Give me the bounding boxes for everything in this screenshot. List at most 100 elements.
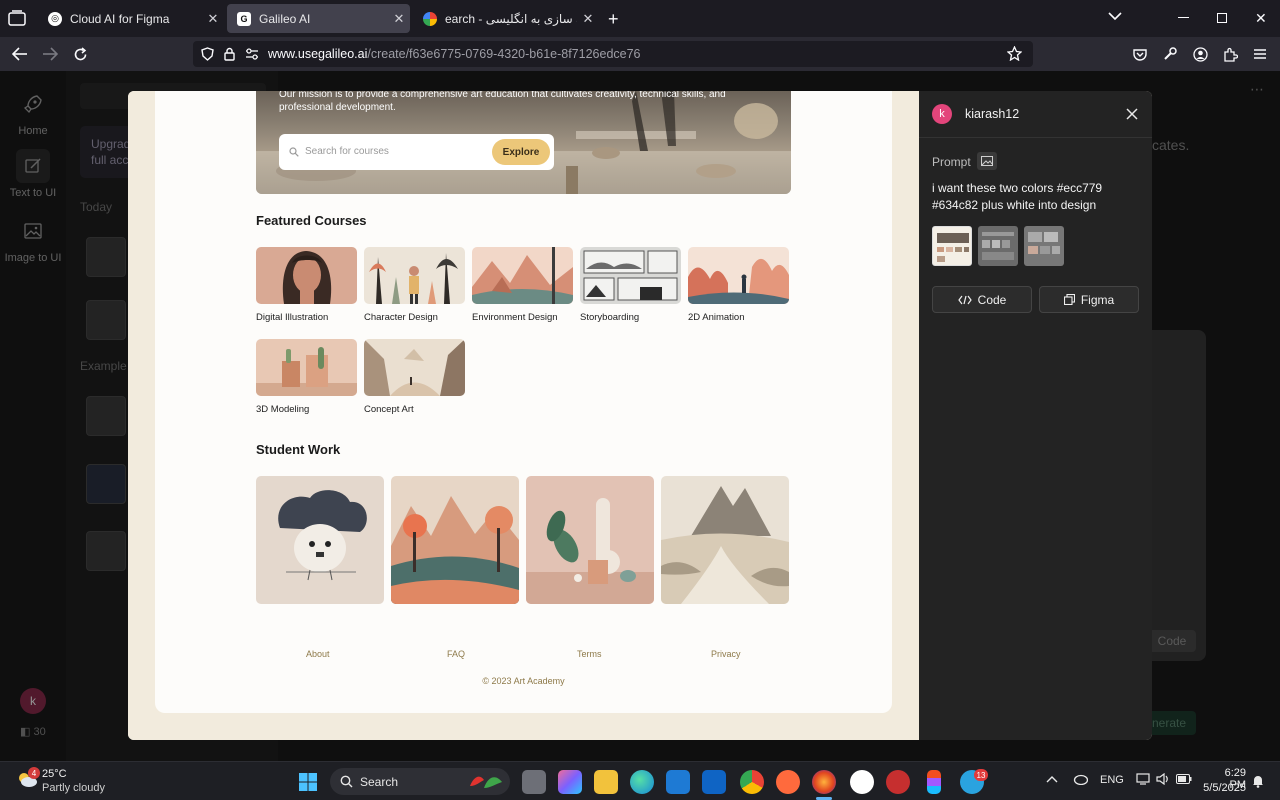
close-icon[interactable] [1122, 104, 1142, 124]
outlook-icon[interactable] [702, 770, 726, 794]
onedrive-cloud-icon[interactable] [1072, 773, 1088, 785]
figma-button[interactable]: Figma [1039, 286, 1139, 313]
tray-chevron-up-icon[interactable] [1046, 775, 1058, 783]
tracking-shield-icon[interactable] [201, 47, 214, 61]
footer-link-faq[interactable]: FAQ [447, 649, 465, 659]
tab-google-search[interactable]: earch - مجسمه سازی به انگلیسی ✕ [413, 4, 599, 33]
course-image [472, 247, 573, 304]
input-language[interactable]: ENG [1100, 774, 1124, 786]
tab-overflow-chevron-icon[interactable] [1108, 11, 1122, 21]
code-button[interactable]: Code [932, 286, 1032, 313]
tab-label: earch - مجسمه سازی به انگلیسی [445, 11, 577, 26]
featured-courses-heading: Featured Courses [256, 213, 367, 228]
tab-list-icon[interactable] [8, 10, 26, 26]
network-display-icon[interactable] [1136, 773, 1150, 785]
preview-page: Our mission is to provide a comprehensiv… [155, 91, 892, 713]
telegram-unread-badge: 13 [974, 769, 988, 781]
course-card-2d-animation[interactable]: 2D Animation [688, 247, 789, 323]
student-work-heading: Student Work [256, 442, 341, 457]
code-button-label: Code [977, 292, 1007, 307]
vscode-icon[interactable] [666, 770, 690, 794]
prompt-reference-thumbnail[interactable] [932, 226, 972, 266]
course-card-digital-illustration[interactable]: Digital Illustration [256, 247, 357, 323]
extensions-puzzle-icon[interactable] [1219, 43, 1241, 65]
footer-link-terms[interactable]: Terms [577, 649, 602, 659]
copilot-icon[interactable] [558, 770, 582, 794]
notifications-bell-icon[interactable] [1252, 774, 1264, 788]
site-permissions-icon[interactable] [245, 48, 259, 60]
course-card-concept-art[interactable]: Concept Art [364, 339, 465, 415]
close-tab-icon[interactable]: ✕ [577, 11, 599, 27]
file-explorer-icon[interactable] [594, 770, 618, 794]
code-brackets-icon [957, 295, 972, 305]
course-name: Character Design [364, 312, 438, 323]
student-work-image-1[interactable] [256, 476, 384, 604]
account-icon[interactable] [1189, 43, 1211, 65]
menu-hamburger-icon[interactable] [1249, 43, 1271, 65]
course-card-environment-design[interactable]: Environment Design [472, 247, 573, 323]
url-host: www.usegalileo.ai [268, 47, 368, 61]
forward-arrow-icon[interactable] [39, 43, 61, 65]
course-name: Environment Design [472, 312, 558, 323]
wrench-icon[interactable] [1159, 43, 1181, 65]
taskbar-search[interactable]: Search [330, 768, 510, 795]
course-name: Storyboarding [580, 312, 640, 323]
footer-link-privacy[interactable]: Privacy [711, 649, 741, 659]
tab-label: Galileo AI [259, 11, 311, 26]
windows-taskbar: 4 25°C Partly cloudy Search 13 ENG 6:29 … [0, 761, 1280, 800]
figma-ai-favicon-icon: ◎ [48, 11, 62, 26]
url-bar[interactable]: www.usegalileo.ai/create/f63e6775-0769-4… [193, 41, 1033, 67]
app-pin-icon[interactable] [850, 770, 874, 794]
course-card-character-design[interactable]: Character Design [364, 247, 465, 323]
url-text: www.usegalileo.ai/create/f63e6775-0769-4… [268, 47, 641, 61]
windows-start-icon[interactable] [296, 770, 320, 794]
lock-icon[interactable] [224, 47, 235, 61]
prompt-reference-thumbnail[interactable] [978, 226, 1018, 266]
restore-icon[interactable] [1217, 13, 1227, 23]
reload-icon[interactable] [69, 43, 91, 65]
course-image [364, 247, 465, 304]
student-work-image-3[interactable] [526, 476, 654, 604]
battery-icon[interactable] [1176, 774, 1192, 784]
course-card-storyboarding[interactable]: Storyboarding [580, 247, 681, 323]
weather-alert-badge: 4 [28, 767, 40, 779]
figma-button-label: Figma [1080, 292, 1115, 307]
prompt-label: Prompt [932, 155, 971, 169]
edge-icon[interactable] [630, 770, 654, 794]
figma-icon[interactable] [927, 770, 941, 794]
brave-compass-icon[interactable] [776, 770, 800, 794]
tab-galileo[interactable]: G Galileo AI ✕ [227, 4, 410, 33]
volume-icon[interactable] [1156, 773, 1170, 785]
hero-mission-text: Our mission is to provide a comprehensiv… [279, 91, 726, 113]
browser-tab-bar: ◎ Cloud AI for Figma ✕ G Galileo AI ✕ ea… [0, 0, 1280, 37]
back-arrow-icon[interactable] [9, 43, 31, 65]
clock-date[interactable]: 5/5/2025 [1196, 782, 1246, 794]
course-name: Digital Illustration [256, 312, 329, 323]
new-tab-plus-icon[interactable]: + [608, 9, 619, 30]
prompt-details-panel: k kiarash12 Prompt i want these two colo… [919, 91, 1152, 740]
minimize-icon[interactable] [1178, 17, 1189, 18]
close-tab-icon[interactable]: ✕ [202, 11, 224, 27]
chrome-icon[interactable] [740, 770, 764, 794]
footer-link-about[interactable]: About [306, 649, 330, 659]
pocket-icon[interactable] [1129, 43, 1151, 65]
student-work-image-2[interactable] [391, 476, 519, 604]
firefox-icon[interactable] [812, 770, 836, 794]
window-close-icon[interactable]: ✕ [1255, 10, 1267, 27]
course-image [580, 247, 681, 304]
task-view-icon[interactable] [522, 770, 546, 794]
explore-button[interactable]: Explore [492, 139, 550, 165]
search-icon [289, 147, 299, 157]
student-work-image-4[interactable] [661, 476, 789, 604]
prompt-text: i want these two colors #ecc779 #634c82 … [932, 181, 1103, 212]
course-search-box[interactable]: Search for courses Explore [279, 134, 554, 170]
prompt-reference-thumbnail[interactable] [1024, 226, 1064, 266]
preview-frame: Our mission is to provide a comprehensiv… [128, 91, 919, 740]
galileo-favicon-icon: G [237, 11, 251, 26]
tab-cloud-ai[interactable]: ◎ Cloud AI for Figma ✕ [38, 4, 224, 33]
search-icon [340, 775, 353, 788]
app-badge-icon[interactable] [886, 770, 910, 794]
course-card-3d-modeling[interactable]: 3D Modeling [256, 339, 357, 415]
bookmark-star-icon[interactable] [1007, 46, 1022, 61]
close-tab-icon[interactable]: ✕ [388, 11, 410, 27]
